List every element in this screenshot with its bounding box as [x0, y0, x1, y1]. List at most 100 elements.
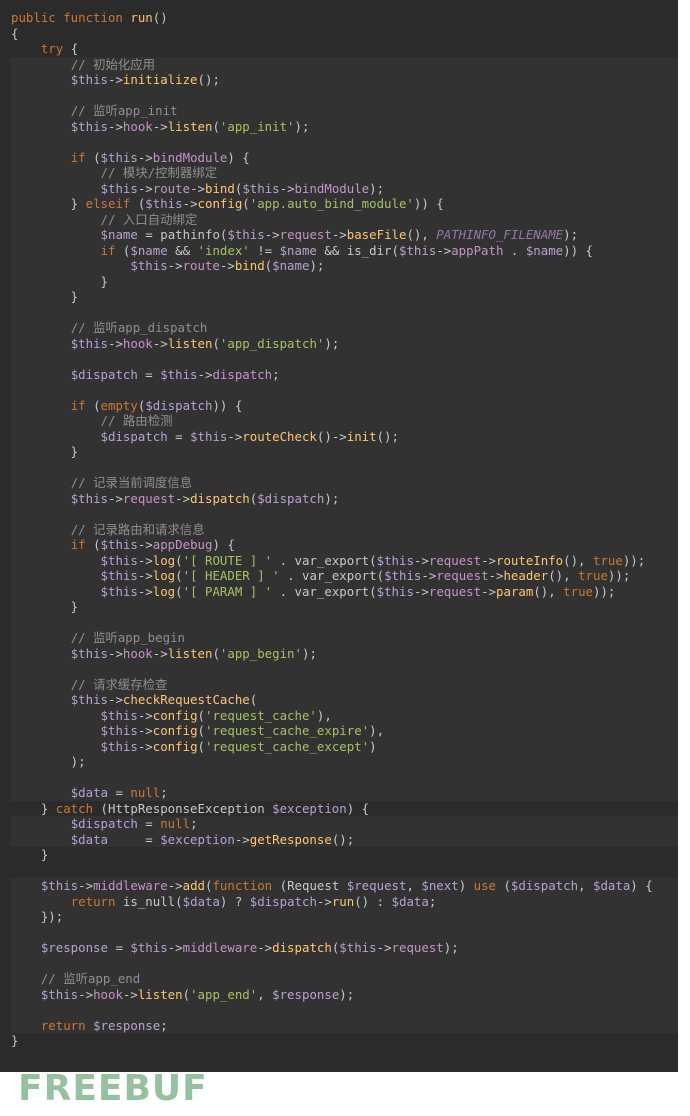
code-token: appPath [451, 242, 504, 258]
code-token: ; [160, 1017, 168, 1033]
code-token: pathinfo [160, 227, 220, 242]
code-token: () [152, 10, 168, 25]
code-line: try { [11, 41, 653, 57]
code-token: $this [40, 878, 79, 893]
code-line: // 监听app_dispatch [11, 320, 653, 336]
code-token: } [11, 599, 79, 614]
code-token: // 监听app_dispatch [70, 320, 208, 335]
code-line: // 监听app_init [11, 103, 653, 119]
code-token: } [11, 444, 79, 459]
code-token: -> [481, 583, 496, 599]
code-token: $this [100, 723, 138, 738]
code-token: $this [160, 366, 198, 382]
code-token: { [11, 25, 19, 41]
code-line: $dispatch = $this->routeCheck()->init(); [11, 429, 653, 445]
code-token: header [503, 568, 549, 583]
code-line: return $response; [11, 1018, 653, 1034]
code-token: $this [145, 196, 183, 211]
code-line: $response = $this->middleware->dispatch(… [11, 940, 653, 956]
code-token: $this [70, 645, 108, 661]
code-token: ( [249, 692, 258, 707]
code-token: , [406, 878, 422, 893]
code-token: 'request_cache_except' [205, 738, 370, 754]
code-token: $dispatch [249, 893, 317, 909]
code-editor[interactable]: public function run(){ try { // 初始化应用 $t… [0, 0, 678, 1072]
code-token: . [272, 583, 295, 599]
code-token: // 监听app_end [40, 971, 141, 986]
code-token: $dispatch [100, 428, 168, 444]
code-token: $this [242, 180, 280, 196]
code-token: $request [346, 878, 407, 893]
code-token: bind [205, 180, 235, 196]
code-token: -> [152, 118, 168, 134]
code-token: ); [11, 754, 86, 769]
code-token: var_export [294, 552, 370, 568]
code-token: ( [212, 645, 220, 661]
code-token: null [160, 816, 191, 831]
code-line: public function run() [11, 10, 653, 26]
code-token: (), [563, 552, 593, 568]
code-token: $next [421, 878, 459, 893]
code-token: dispatch [212, 366, 273, 382]
code-token: $data [70, 785, 108, 800]
code-line: $name = pathinfo($this->request->baseFil… [11, 227, 653, 243]
code-token: ) { [630, 878, 653, 893]
code-token: ) { [227, 149, 250, 165]
code-line: // 模块/控制器绑定 [11, 165, 653, 181]
code-block[interactable]: public function run(){ try { // 初始化应用 $t… [11, 10, 653, 1049]
code-token: ( [376, 568, 385, 583]
code-line: $this->config('request_cache_expire'), [11, 723, 653, 739]
code-token: ( [182, 986, 191, 1002]
code-token: // 请求缓存检查 [70, 676, 168, 692]
code-token: $this [384, 568, 422, 583]
code-token: try [40, 41, 64, 56]
code-token: $exception [272, 800, 347, 816]
code-token: $dispatch [70, 816, 138, 831]
code-token: PATHINFO_FILENAME [436, 227, 564, 242]
code-token: ); [443, 940, 459, 955]
code-line: $dispatch = $this->dispatch; [11, 367, 653, 383]
code-token: function [212, 878, 273, 893]
code-line: $this->hook->listen('app_begin'); [11, 646, 653, 662]
code-token: (), [406, 227, 437, 242]
code-line: } [11, 274, 653, 290]
code-token: $this [100, 537, 138, 552]
code-line: if ($this->bindModule) { [11, 150, 653, 166]
code-token: log [152, 568, 176, 583]
code-token: ( [212, 335, 220, 351]
code-token: -> [152, 645, 168, 661]
code-token: )); [593, 583, 616, 599]
code-token: } [11, 800, 56, 816]
code-token: ( [369, 552, 377, 568]
code-token: -> [137, 537, 153, 552]
code-token: route [152, 180, 191, 196]
code-token: $this [100, 149, 138, 165]
code-token: listen [167, 118, 213, 134]
code-token: -> [108, 692, 123, 707]
code-token: baseFile [346, 227, 407, 242]
code-token: hook [122, 118, 153, 134]
code-token: bind [234, 258, 265, 273]
code-token: if [70, 397, 86, 413]
code-token: ) [458, 878, 474, 893]
code-token: empty [100, 397, 138, 413]
code-line: $this->config('request_cache'), [11, 708, 653, 724]
code-line: } [11, 444, 653, 460]
code-token: '[ ROUTE ] ' [182, 552, 273, 568]
code-token: config [152, 738, 198, 754]
code-token: -> [264, 227, 280, 242]
